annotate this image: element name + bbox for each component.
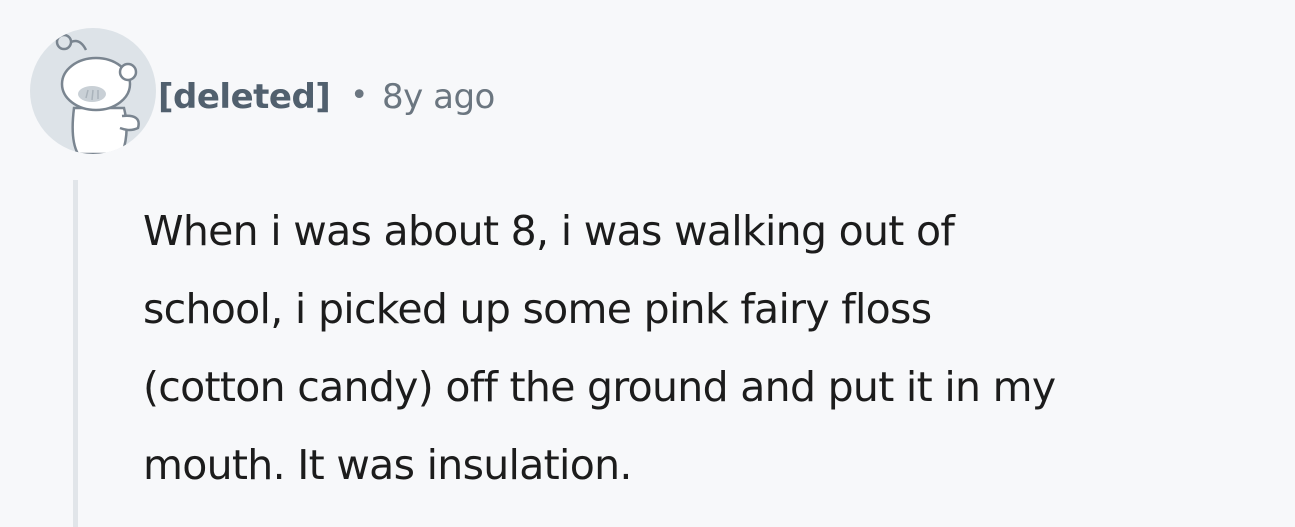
- snoo-avatar-icon: [55, 33, 140, 154]
- comment-body-line: mouth. It was insulation.: [143, 441, 632, 489]
- meta-separator: •: [350, 77, 369, 113]
- comment-body-line: (cotton candy) off the ground and put it…: [143, 363, 1056, 411]
- comment-body: When i was about 8, i was walking out of…: [143, 192, 1293, 504]
- comment-meta: [deleted] • 8y ago: [158, 72, 495, 122]
- comment: [deleted] • 8y ago When i was about 8, i…: [0, 0, 1295, 527]
- comment-body-line: When i was about 8, i was walking out of: [143, 207, 955, 255]
- author-name[interactable]: [deleted]: [158, 77, 331, 117]
- thread-line[interactable]: [73, 180, 78, 527]
- avatar[interactable]: [30, 28, 156, 154]
- comment-age[interactable]: 8y ago: [382, 77, 495, 117]
- comment-body-line: school, i picked up some pink fairy flos…: [143, 285, 932, 333]
